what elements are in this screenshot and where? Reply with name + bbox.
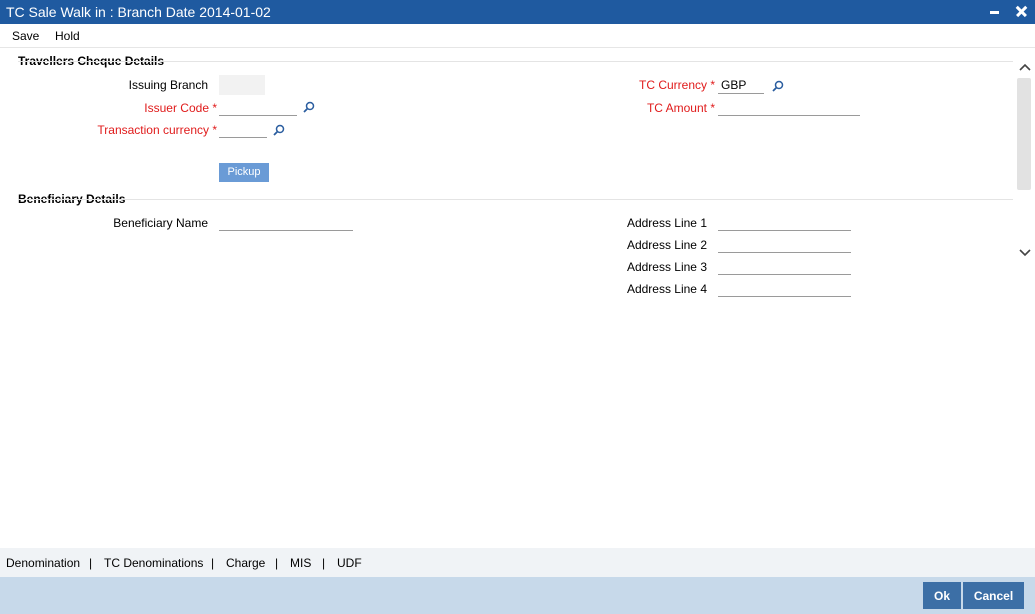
tc-amount-field[interactable]	[718, 98, 860, 116]
tab-separator: |	[211, 556, 215, 570]
tab-mis[interactable]: MIS	[290, 556, 311, 570]
address-line-4-label: Address Line 4	[626, 282, 707, 296]
tc-currency-field[interactable]	[718, 76, 764, 94]
scroll-thumb[interactable]	[1017, 78, 1031, 190]
transaction-currency-label: Transaction currency *	[97, 123, 217, 137]
issuer-code-search-icon[interactable]	[303, 101, 315, 113]
transaction-currency-search-icon[interactable]	[273, 124, 285, 136]
tab-separator: |	[322, 556, 326, 570]
tab-udf[interactable]: UDF	[337, 556, 362, 570]
window-title: TC Sale Walk in : Branch Date 2014-01-02	[6, 4, 271, 20]
tc-amount-label: TC Amount *	[646, 101, 715, 115]
footer-action-bar: Ok Cancel	[0, 577, 1035, 614]
tc-currency-search-icon[interactable]	[772, 80, 784, 92]
tab-separator: |	[89, 556, 93, 570]
address-line-1-label: Address Line 1	[626, 216, 707, 230]
tab-separator: |	[275, 556, 279, 570]
hold-menu-item[interactable]: Hold	[55, 29, 80, 43]
transaction-currency-field[interactable]	[219, 120, 267, 138]
tc-currency-label: TC Currency *	[638, 78, 715, 92]
main-content: Travellers Cheque Details Issuing Branch…	[0, 48, 1015, 298]
address-line-1-field[interactable]	[718, 213, 851, 231]
tab-charge[interactable]: Charge	[226, 556, 265, 570]
issuing-branch-field[interactable]	[219, 75, 265, 95]
issuer-code-label: Issuer Code *	[144, 101, 217, 115]
vertical-scrollbar[interactable]	[1015, 48, 1035, 298]
beneficiary-name-label: Beneficiary Name	[113, 216, 208, 230]
footer-tab-bar: Denomination | TC Denominations | Charge…	[0, 548, 1035, 577]
cancel-button[interactable]: Cancel	[963, 582, 1024, 609]
address-line-4-field[interactable]	[718, 279, 851, 297]
scroll-up-icon[interactable]	[1018, 60, 1032, 74]
section-divider	[18, 199, 1013, 200]
window-titlebar: TC Sale Walk in : Branch Date 2014-01-02	[0, 0, 1035, 24]
address-line-3-field[interactable]	[718, 257, 851, 275]
minimize-icon[interactable]	[987, 3, 1003, 19]
beneficiary-name-field[interactable]	[219, 213, 353, 231]
tab-denomination[interactable]: Denomination	[6, 556, 80, 570]
ok-button[interactable]: Ok	[923, 582, 961, 609]
section-divider	[18, 61, 1013, 62]
menu-bar: Save Hold	[0, 24, 1035, 48]
address-line-2-field[interactable]	[718, 235, 851, 253]
scroll-down-icon[interactable]	[1018, 246, 1032, 260]
save-menu-item[interactable]: Save	[12, 29, 39, 43]
tab-tc-denominations[interactable]: TC Denominations	[104, 556, 203, 570]
close-icon[interactable]	[1014, 3, 1030, 19]
address-line-3-label: Address Line 3	[626, 260, 707, 274]
issuer-code-field[interactable]	[219, 98, 297, 116]
pickup-button[interactable]: Pickup	[219, 163, 269, 182]
address-line-2-label: Address Line 2	[626, 238, 707, 252]
issuing-branch-label: Issuing Branch	[128, 78, 208, 92]
